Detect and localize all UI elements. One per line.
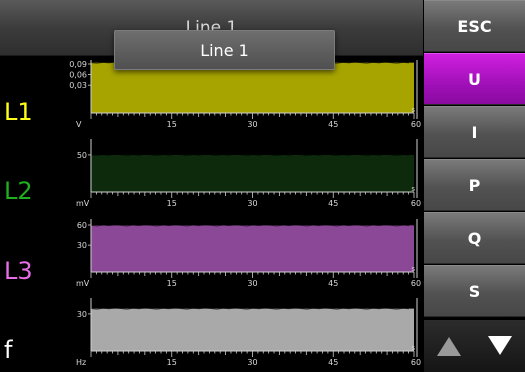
y-unit-label: V bbox=[76, 120, 82, 129]
x-tick-label: 60 bbox=[411, 358, 421, 367]
reactive-power-button[interactable]: Q bbox=[424, 212, 525, 264]
down-arrow-icon[interactable] bbox=[475, 320, 525, 372]
trend-row-l3: L3 15 30 45 60 s mV 60 30 bbox=[0, 214, 423, 293]
y-tick-label: 0,09 bbox=[69, 60, 87, 69]
x-tick-label: 30 bbox=[247, 358, 257, 367]
x-tick-label: 60 bbox=[411, 120, 421, 129]
voltage-button[interactable]: U bbox=[424, 53, 525, 105]
y-tick-label: 0,06 bbox=[69, 71, 87, 80]
x-tick-label: 45 bbox=[328, 358, 338, 367]
y-tick-label: 30 bbox=[77, 241, 87, 250]
trend-plot-l3: 15 30 45 60 s mV 60 30 bbox=[76, 219, 421, 288]
y-unit-label: Hz bbox=[76, 358, 86, 367]
trend-plot-l2: 15 30 45 60 s mV 50 bbox=[76, 139, 421, 208]
y-tick-label: 0,03 bbox=[69, 81, 87, 90]
line-popup[interactable]: Line 1 bbox=[114, 30, 335, 70]
x-tick-label: 15 bbox=[167, 199, 177, 208]
x-unit-label: s bbox=[411, 344, 415, 352]
trend-area bbox=[91, 154, 414, 192]
x-tick-label: 30 bbox=[247, 120, 257, 129]
x-unit-label: s bbox=[411, 106, 415, 114]
x-tick-label: 45 bbox=[328, 199, 338, 208]
apparent-power-button[interactable]: S bbox=[424, 265, 525, 317]
current-button[interactable]: I bbox=[424, 106, 525, 158]
up-arrow-icon[interactable] bbox=[424, 320, 475, 372]
x-tick-label: 15 bbox=[167, 358, 177, 367]
y-tick-label: 60 bbox=[77, 221, 87, 230]
y-tick-label: 30 bbox=[77, 310, 87, 319]
y-unit-label: mV bbox=[76, 279, 90, 288]
scroll-arrows bbox=[424, 320, 525, 372]
trend-area bbox=[91, 62, 414, 113]
x-tick-label: 15 bbox=[167, 279, 177, 288]
x-tick-label: 45 bbox=[328, 120, 338, 129]
x-unit-label: s bbox=[411, 265, 415, 273]
x-tick-label: 30 bbox=[247, 279, 257, 288]
trend-row-f: f 15 30 45 60 s Hz 30 bbox=[0, 293, 423, 372]
x-tick-label: 60 bbox=[411, 279, 421, 288]
sidebar: ESC U I P Q S bbox=[424, 0, 525, 372]
x-tick-label: 15 bbox=[167, 120, 177, 129]
trend-area bbox=[91, 308, 414, 351]
trend-plot-f: 15 30 45 60 s Hz 30 bbox=[76, 298, 421, 367]
esc-button[interactable]: ESC bbox=[424, 0, 525, 52]
trend-area bbox=[91, 225, 414, 272]
y-tick-label: 50 bbox=[77, 151, 87, 160]
x-unit-label: s bbox=[411, 185, 415, 193]
active-power-button[interactable]: P bbox=[424, 159, 525, 211]
x-tick-label: 30 bbox=[247, 199, 257, 208]
x-tick-label: 60 bbox=[411, 199, 421, 208]
x-tick-label: 45 bbox=[328, 279, 338, 288]
y-unit-label: mV bbox=[76, 199, 90, 208]
trend-row-l2: L2 15 30 45 60 s mV 50 bbox=[0, 134, 423, 213]
